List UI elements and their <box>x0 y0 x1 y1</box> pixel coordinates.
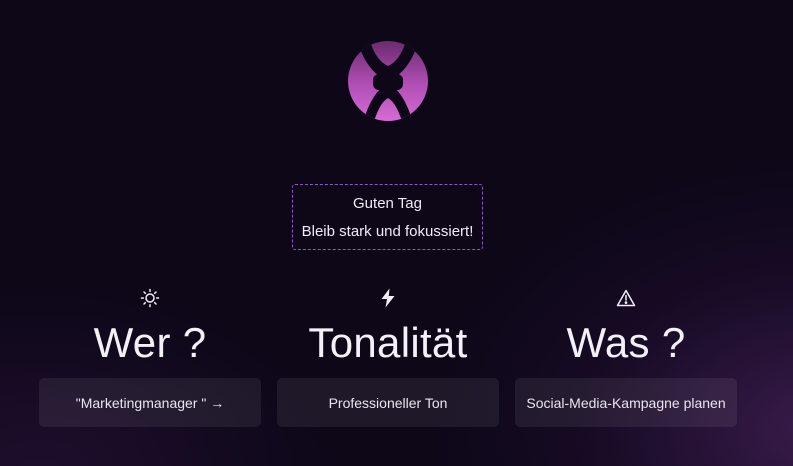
column-what: Was ? <box>515 287 737 364</box>
greeting-message: Bleib stark und fokussiert! <box>301 222 474 240</box>
column-tone: Tonalität <box>277 287 499 364</box>
warning-icon <box>615 287 637 309</box>
chip-tone[interactable]: Professioneller Ton <box>277 378 499 427</box>
lightning-icon <box>377 287 399 309</box>
column-title-tone: Tonalität <box>308 319 468 366</box>
chip-what[interactable]: Social-Media-Kampagne planen <box>515 378 737 427</box>
greeting-box: Guten Tag Bleib stark und fokussiert! <box>292 184 483 250</box>
column-title-what: Was ? <box>566 319 686 366</box>
greeting-title: Guten Tag <box>353 194 422 212</box>
column-who: Wer ? <box>39 287 261 364</box>
app-logo <box>348 41 428 121</box>
sun-icon <box>139 287 161 309</box>
column-title-who: Wer ? <box>93 319 207 366</box>
chip-who[interactable]: "Marketingmanager " → <box>39 378 261 427</box>
